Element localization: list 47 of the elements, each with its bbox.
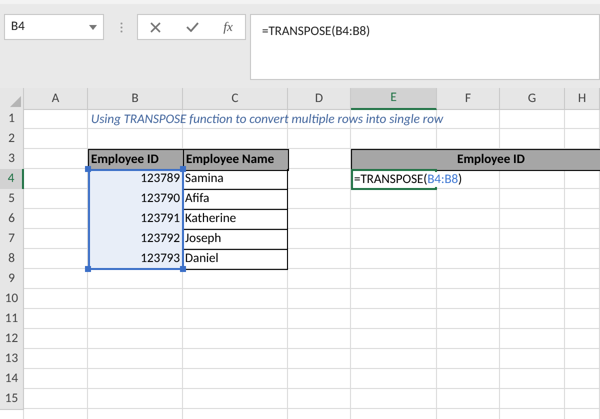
selection-handle[interactable]: [180, 266, 186, 272]
row-header[interactable]: 12: [0, 329, 24, 350]
column-header[interactable]: C: [183, 88, 288, 110]
selection-handle[interactable]: [85, 266, 91, 272]
row-header[interactable]: 9: [0, 269, 24, 290]
column-header[interactable]: B: [88, 88, 183, 110]
dropdown-icon: [89, 24, 97, 30]
select-all-icon[interactable]: [10, 96, 21, 106]
name-box[interactable]: B4: [4, 14, 104, 40]
column-header[interactable]: A: [24, 88, 88, 110]
selection-handle[interactable]: [85, 166, 91, 172]
row-header[interactable]: 3: [0, 149, 24, 170]
column-header[interactable]: E: [351, 88, 437, 110]
table-cell: Katherine: [183, 209, 288, 230]
row-header[interactable]: 13: [0, 349, 24, 370]
row-header[interactable]: 10: [0, 289, 24, 310]
cell-formula[interactable]: =TRANSPOSE(B4:B8): [353, 172, 464, 187]
row-header[interactable]: 5: [0, 189, 24, 210]
column-heading: Employee Name: [183, 149, 289, 170]
check-icon[interactable]: [186, 22, 199, 32]
insert-function-button[interactable]: fx: [223, 17, 233, 37]
row-header[interactable]: 1: [0, 109, 24, 130]
table-cell: Joseph: [183, 229, 288, 250]
cancel-icon[interactable]: [150, 22, 162, 32]
row-header[interactable]: 15: [0, 389, 24, 410]
row-header[interactable]: 4: [0, 169, 24, 190]
row-header[interactable]: 14: [0, 369, 24, 390]
name-box-value: B4: [11, 18, 25, 36]
selection-handle[interactable]: [180, 166, 186, 172]
table-cell: Afifa: [183, 189, 288, 210]
column-header[interactable]: D: [288, 88, 351, 110]
table-cell: 123790: [88, 189, 183, 210]
column-heading: Employee ID: [351, 149, 600, 170]
formula-text: =TRANSPOSE(B4:B8): [262, 24, 370, 39]
table-cell: 123791: [88, 209, 183, 230]
sheet-title: Using TRANSPOSE function to convert multiple rows into single row: [90, 110, 444, 128]
row-header[interactable]: 7: [0, 229, 24, 250]
row-header[interactable]: 8: [0, 249, 24, 270]
column-header[interactable]: F: [437, 88, 500, 110]
column-header[interactable]: G: [500, 88, 565, 110]
row-header[interactable]: 2: [0, 129, 24, 150]
formula-input[interactable]: =TRANSPOSE(B4:B8): [250, 14, 600, 80]
column-header[interactable]: H: [565, 88, 600, 110]
grip-icon: [120, 22, 123, 33]
table-cell: 123792: [88, 229, 183, 250]
row-header[interactable]: 6: [0, 209, 24, 230]
row-header[interactable]: 11: [0, 309, 24, 330]
